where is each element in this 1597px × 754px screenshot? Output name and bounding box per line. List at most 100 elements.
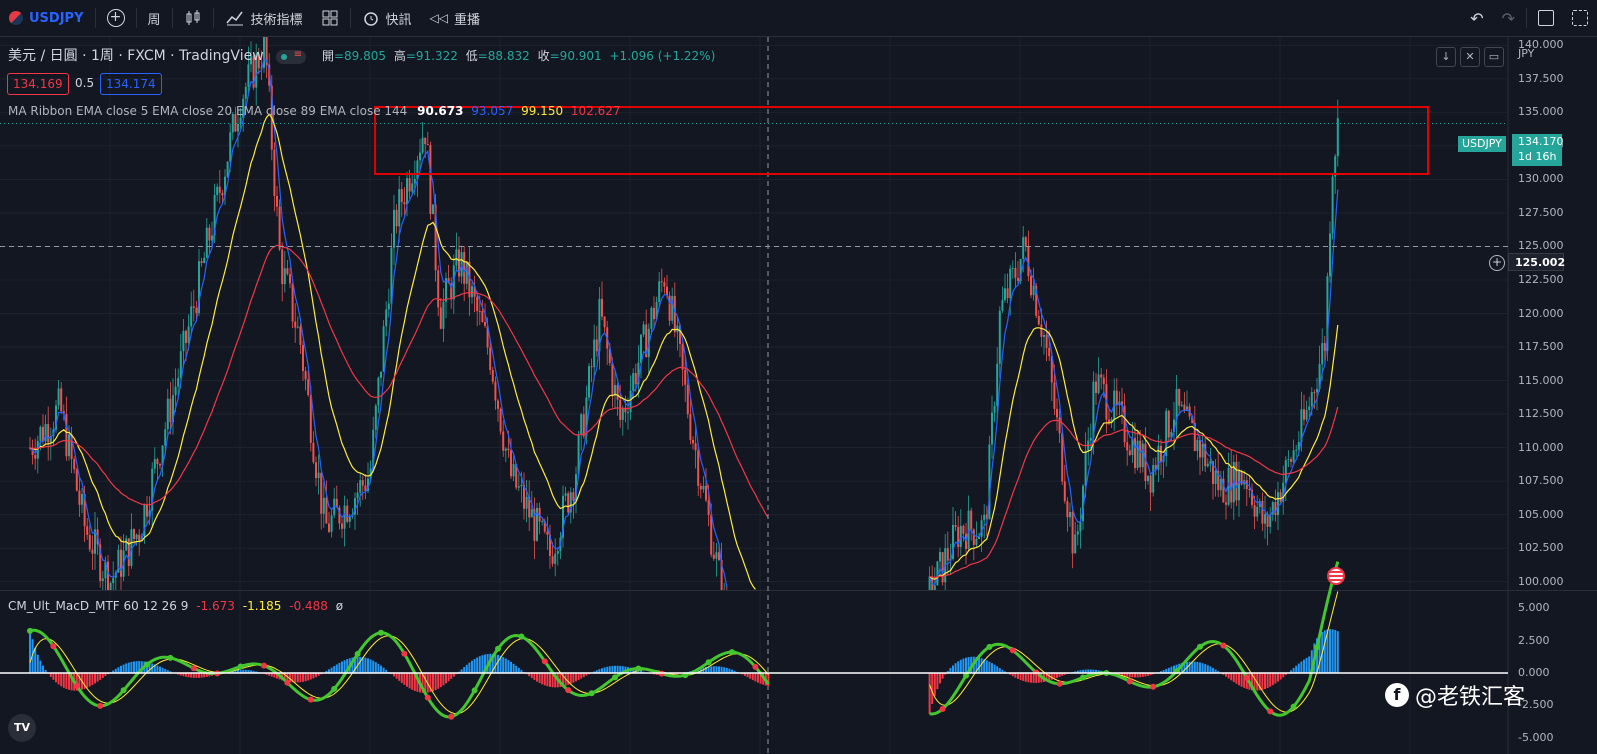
candle-body	[1001, 300, 1004, 311]
candle-body	[1303, 409, 1305, 420]
candle-body	[1076, 531, 1079, 535]
divider	[1526, 8, 1527, 28]
candle-body	[530, 509, 533, 518]
macd-cross-dot	[541, 658, 548, 665]
macd-histogram-bar	[1264, 673, 1266, 690]
price-tick-label: 115.000	[1518, 373, 1564, 387]
maximize-pane-button[interactable]: ▭	[1484, 47, 1504, 67]
candle-body	[1331, 176, 1334, 234]
macd-histogram-bar	[400, 673, 403, 683]
ribbon-v3: 99.150	[521, 104, 564, 118]
symbol-search[interactable]: USDJPY	[0, 0, 93, 36]
candle-body	[1180, 404, 1183, 406]
macd-histogram-bar	[130, 661, 133, 673]
candle-body	[1128, 450, 1131, 455]
collapse-button[interactable]: ✕	[1460, 47, 1480, 67]
us-flag-event-icon[interactable]	[1327, 567, 1345, 585]
candle-body	[380, 371, 382, 378]
candle-body	[385, 309, 388, 327]
chart-area[interactable]: 美元 / 日圓 · 1周 · FXCM · TradingView ≡ 開=89…	[0, 37, 1597, 754]
candle-body	[1004, 288, 1006, 301]
candle-body	[650, 307, 653, 329]
macd-histogram-bar	[577, 673, 580, 680]
candle-body	[1235, 461, 1238, 501]
ohlc-values: 開=89.805 高=91.322 低=88.832 收=90.901 +1.0…	[322, 49, 715, 63]
toolbar-right: ↶ ↷	[1461, 0, 1597, 36]
macd-histogram-bar	[941, 673, 944, 679]
chart-type-button[interactable]	[175, 0, 211, 36]
settings-button[interactable]	[1563, 0, 1597, 36]
legend-status-pill[interactable]: ≡	[275, 49, 306, 64]
macd-histogram-bar	[299, 673, 302, 683]
candle-body	[499, 408, 502, 432]
layouts-button[interactable]	[312, 0, 348, 36]
candle-body	[88, 534, 91, 550]
macd-histogram-bar	[1206, 665, 1209, 673]
alerts-button[interactable]: 快訊	[353, 0, 421, 36]
macd-histogram-bar	[135, 661, 138, 673]
candle-body	[1284, 460, 1287, 483]
ask-price-box[interactable]: 134.174	[100, 73, 162, 95]
candle-body	[1022, 237, 1025, 260]
candle-body	[34, 455, 37, 459]
candle-body	[138, 534, 141, 541]
macd-histogram-bar	[993, 664, 996, 673]
macd-histogram-bar	[723, 667, 726, 673]
candle-body	[322, 497, 325, 514]
candle-body	[507, 448, 510, 451]
compare-button[interactable]: +	[98, 0, 134, 36]
candle-body	[1102, 377, 1105, 385]
candle-body	[712, 554, 715, 559]
scroll-down-button[interactable]: ↓	[1436, 47, 1456, 67]
candle-body	[933, 585, 936, 590]
macd-histogram-bar	[1277, 673, 1279, 682]
bid-price-box[interactable]: 134.169	[7, 73, 69, 95]
macd-histogram-bar	[497, 654, 499, 673]
candle-body	[1209, 461, 1212, 464]
macd-cross-dot	[495, 645, 501, 652]
macd-histogram-bar	[1305, 657, 1308, 673]
macd-histogram-bar	[611, 665, 614, 673]
candle-body	[996, 363, 999, 407]
candle-body	[471, 286, 473, 298]
macd-histogram-bar	[991, 663, 993, 673]
candle-body	[975, 539, 978, 545]
indicators-button[interactable]: 技術指標	[216, 0, 312, 36]
candle-body	[1048, 347, 1051, 357]
legend-title: 美元 / 日圓 · 1周 · FXCM · TradingView	[8, 48, 264, 64]
redo-button[interactable]: ↷	[1493, 0, 1524, 36]
candle-body	[967, 510, 970, 549]
macd-histogram-bar	[39, 660, 42, 673]
candle-body	[439, 307, 442, 329]
interval-button[interactable]: 周	[139, 0, 170, 36]
candle-body	[991, 412, 993, 445]
macd-cross-dot	[144, 661, 150, 668]
ma-ribbon-legend[interactable]: MA Ribbon EMA close 5 EMA close 20 EMA c…	[8, 104, 621, 118]
maximize-icon: ▭	[1488, 50, 1500, 63]
candle-body	[426, 144, 429, 146]
candle-body	[624, 408, 627, 413]
tradingview-logo[interactable]: TV	[8, 714, 36, 742]
replay-button[interactable]: ◁◁ 重播	[421, 0, 489, 36]
candle-body	[101, 578, 104, 582]
macd-histogram-bar	[478, 656, 481, 673]
macd-histogram-bar	[304, 673, 307, 682]
candle-body	[312, 442, 315, 463]
candle-body	[554, 553, 557, 564]
macd-legend[interactable]: CM_Ult_MacD_MTF 60 12 26 9 -1.673 -1.185…	[8, 599, 343, 613]
macd-histogram-bar	[1266, 673, 1269, 688]
close-value: =90.901	[549, 49, 602, 63]
chart-canvas[interactable]	[0, 37, 1597, 754]
macd-histogram-bar	[432, 673, 434, 692]
macd-histogram-bar	[96, 673, 99, 682]
undo-button[interactable]: ↶	[1461, 0, 1492, 36]
candle-body	[68, 434, 70, 457]
fullscreen-button[interactable]	[1529, 0, 1563, 36]
candle-body	[343, 505, 346, 529]
macd-histogram-bar	[1022, 673, 1025, 681]
crosshair-plus-button[interactable]: +	[1489, 255, 1505, 271]
candle-body	[481, 311, 484, 322]
macd-histogram-bar	[515, 665, 518, 673]
candle-body	[421, 137, 424, 153]
candle-body	[694, 443, 697, 451]
